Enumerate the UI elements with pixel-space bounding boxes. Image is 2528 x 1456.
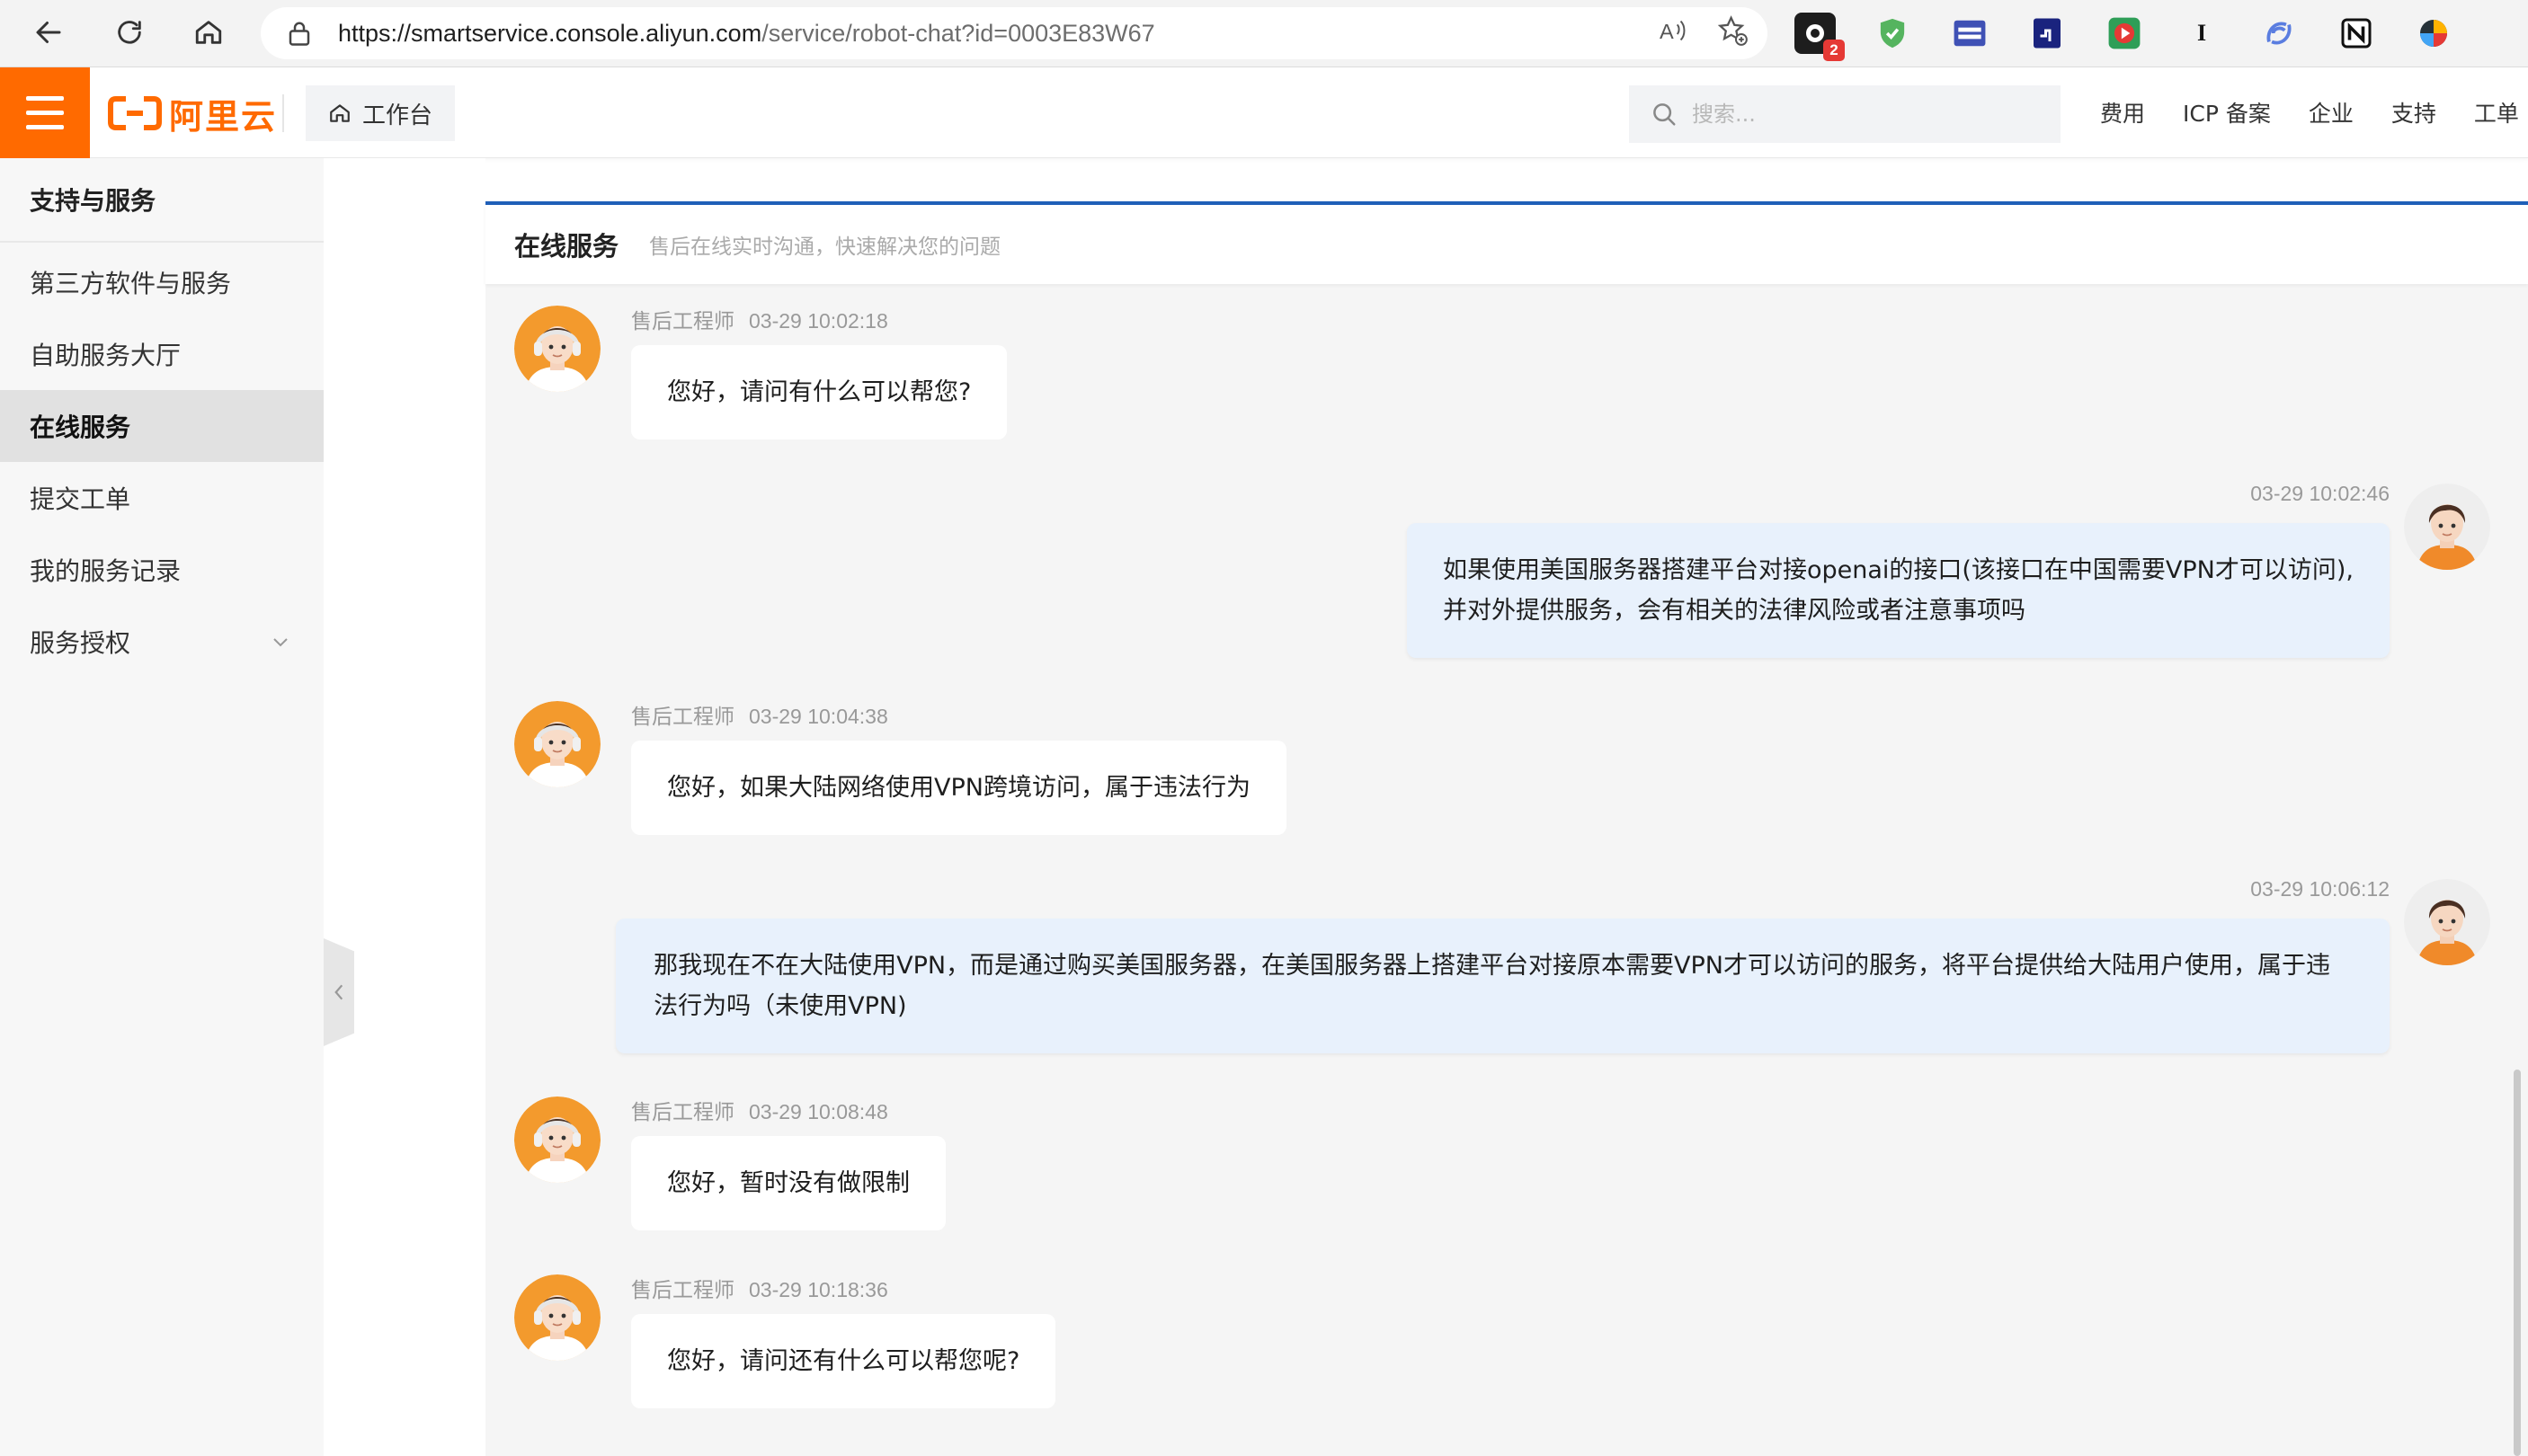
sidebar-item-label: 提交工单	[30, 484, 131, 514]
user-message-bubble: 如果使用美国服务器搭建平台对接openai的接口(该接口在中国需要VPN才可以访…	[1406, 523, 2390, 658]
user-message-bubble: 那我现在不在大陆使用VPN，而是通过购买美国服务器，在美国服务器上搭建平台对接原…	[616, 919, 2390, 1053]
panel-subtitle: 售后在线实时沟通，快速解决您的问题	[649, 235, 1001, 259]
message-line: 您好，暂时没有做限制	[667, 1169, 910, 1197]
favorite-add-icon[interactable]	[1717, 15, 1748, 52]
message-line: 您好，如果大陆网络使用VPN跨境访问，属于违法行为	[667, 774, 1251, 802]
sidebar-item-third-party[interactable]: 第三方软件与服务	[0, 246, 324, 318]
user-avatar	[2404, 484, 2490, 570]
logo-text: 阿里云	[169, 96, 278, 137]
sidebar-item-label: 服务授权	[30, 628, 131, 658]
agent-avatar	[514, 306, 601, 392]
sidebar-item-label: 我的服务记录	[30, 556, 182, 586]
chat-panel: 在线服务 售后在线实时沟通，快速解决您的问题 售后工程师 03-29 10:02:…	[485, 201, 2528, 1456]
read-aloud-icon[interactable]: A	[1660, 17, 1690, 50]
sidebar-item-label: 自助服务大厅	[30, 341, 182, 370]
extension-blue[interactable]	[2026, 13, 2068, 54]
message-meta: 03-29 10:02:46	[2250, 482, 2390, 506]
panel-title: 在线服务	[514, 231, 619, 262]
message-meta: 售后工程师 03-29 10:18:36	[631, 1273, 888, 1303]
workbench-button[interactable]: 工作台	[306, 85, 455, 141]
extension-play[interactable]	[2104, 13, 2145, 54]
aliyun-logo-icon	[108, 96, 162, 130]
sender-name: 售后工程师	[631, 1101, 734, 1124]
message-meta: 售后工程师 03-29 10:08:48	[631, 1095, 888, 1125]
address-bar[interactable]: https://smartservice.console.aliyun.com /…	[261, 7, 1767, 59]
message-line: 您好，请问有什么可以帮您?	[667, 378, 972, 406]
sidebar-item-self-service[interactable]: 自助服务大厅	[0, 318, 324, 390]
menu-icon[interactable]	[0, 67, 90, 158]
search-input[interactable]	[1690, 101, 2032, 128]
message-time: 03-29 10:04:38	[749, 705, 888, 728]
extension-window[interactable]	[1949, 13, 1990, 54]
browser-toolbar: https://smartservice.console.aliyun.com /…	[0, 0, 2528, 67]
svg-text:A: A	[1660, 20, 1674, 43]
message-line: 您好，请问还有什么可以帮您呢?	[667, 1347, 1020, 1375]
nav-ticket[interactable]: 工单	[2474, 96, 2519, 129]
sender-name: 售后工程师	[631, 706, 734, 729]
extension-notion[interactable]	[2336, 13, 2377, 54]
sidebar-item-label: 在线服务	[30, 413, 131, 442]
chevron-left-icon	[334, 984, 343, 1000]
reload-icon[interactable]	[106, 9, 153, 56]
panel-header: 在线服务 售后在线实时沟通，快速解决您的问题	[485, 205, 2528, 284]
sidebar-item-label: 第三方软件与服务	[30, 269, 232, 298]
message-line: 如果使用美国服务器搭建平台对接openai的接口(该接口在中国需要VPN才可以访…	[1442, 556, 2354, 584]
search-box[interactable]	[1629, 85, 2061, 143]
sender-name: 售后工程师	[631, 310, 734, 333]
home-icon	[330, 104, 350, 122]
sidebar-item-authorization[interactable]: 服务授权	[0, 606, 324, 678]
chevron-down-icon	[273, 638, 288, 647]
home-icon[interactable]	[185, 9, 232, 56]
nav-support[interactable]: 支持	[2391, 96, 2436, 129]
back-icon[interactable]	[25, 9, 72, 56]
agent-avatar	[514, 701, 601, 787]
sidebar-item-online-service[interactable]: 在线服务	[0, 390, 324, 462]
sidebar-collapse-handle[interactable]	[324, 938, 354, 1046]
message-time: 03-29 10:08:48	[749, 1100, 888, 1123]
message-time: 03-29 10:02:46	[2250, 482, 2390, 505]
user-avatar	[2404, 879, 2490, 965]
aliyun-logo[interactable]: 阿里云	[108, 89, 277, 138]
sidebar: 支持与服务 第三方软件与服务 自助服务大厅 在线服务 提交工单 我的服务记录 服…	[0, 158, 324, 1456]
extension-i[interactable]: I	[2181, 13, 2222, 54]
lock-icon	[288, 18, 315, 49]
agent-avatar	[514, 1096, 601, 1183]
agent-message-bubble: 您好，请问还有什么可以帮您呢?	[631, 1314, 1056, 1408]
nav-icp[interactable]: ICP 备案	[2183, 96, 2271, 129]
message-time: 03-29 10:06:12	[2250, 877, 2390, 901]
search-icon	[1653, 103, 1676, 126]
extension-swirl[interactable]	[2258, 13, 2300, 54]
nav-billing[interactable]: 费用	[2100, 96, 2145, 129]
message-meta: 售后工程师 03-29 10:02:18	[631, 304, 888, 334]
message-meta: 售后工程师 03-29 10:04:38	[631, 699, 888, 730]
url-host: https://smartservice.console.aliyun.com	[338, 19, 762, 47]
extension-dark[interactable]: 2	[1794, 13, 1845, 61]
message-meta: 03-29 10:06:12	[2250, 877, 2390, 901]
agent-avatar	[514, 1274, 601, 1361]
agent-message-bubble: 您好，暂时没有做限制	[631, 1136, 946, 1230]
extension-color[interactable]	[2413, 13, 2454, 54]
url-path: /service/robot-chat?id=0003E83W67	[761, 19, 1155, 47]
header-divider	[282, 94, 284, 132]
chat-scrollbar[interactable]	[2514, 1070, 2521, 1456]
extension-badge: 2	[1823, 40, 1845, 61]
agent-message-bubble: 您好，请问有什么可以帮您?	[631, 345, 1008, 439]
extension-shield[interactable]	[1872, 13, 1913, 54]
content-gutter	[324, 158, 485, 1456]
message-time: 03-29 10:18:36	[749, 1278, 888, 1301]
message-line: 那我现在不在大陆使用VPN，而是通过购买美国服务器，在美国服务器上搭建平台对接原…	[654, 952, 2330, 980]
sidebar-title: 支持与服务	[0, 158, 324, 243]
message-line: 并对外提供服务，会有相关的法律风险或者注意事项吗	[1442, 597, 2025, 625]
console-header: 阿里云 工作台 费用 ICP 备案 企业 支持 工单	[0, 67, 2528, 158]
message-line: 法行为吗（未使用VPN)	[654, 992, 907, 1020]
sidebar-item-service-records[interactable]: 我的服务记录	[0, 534, 324, 606]
workbench-label: 工作台	[361, 102, 432, 129]
nav-enterprise[interactable]: 企业	[2309, 96, 2354, 129]
sender-name: 售后工程师	[631, 1279, 734, 1302]
agent-message-bubble: 您好，如果大陆网络使用VPN跨境访问，属于违法行为	[631, 741, 1286, 835]
message-time: 03-29 10:02:18	[749, 309, 888, 333]
sidebar-item-submit-ticket[interactable]: 提交工单	[0, 462, 324, 534]
top-nav: 费用 ICP 备案 企业 支持 工单	[2100, 96, 2519, 129]
